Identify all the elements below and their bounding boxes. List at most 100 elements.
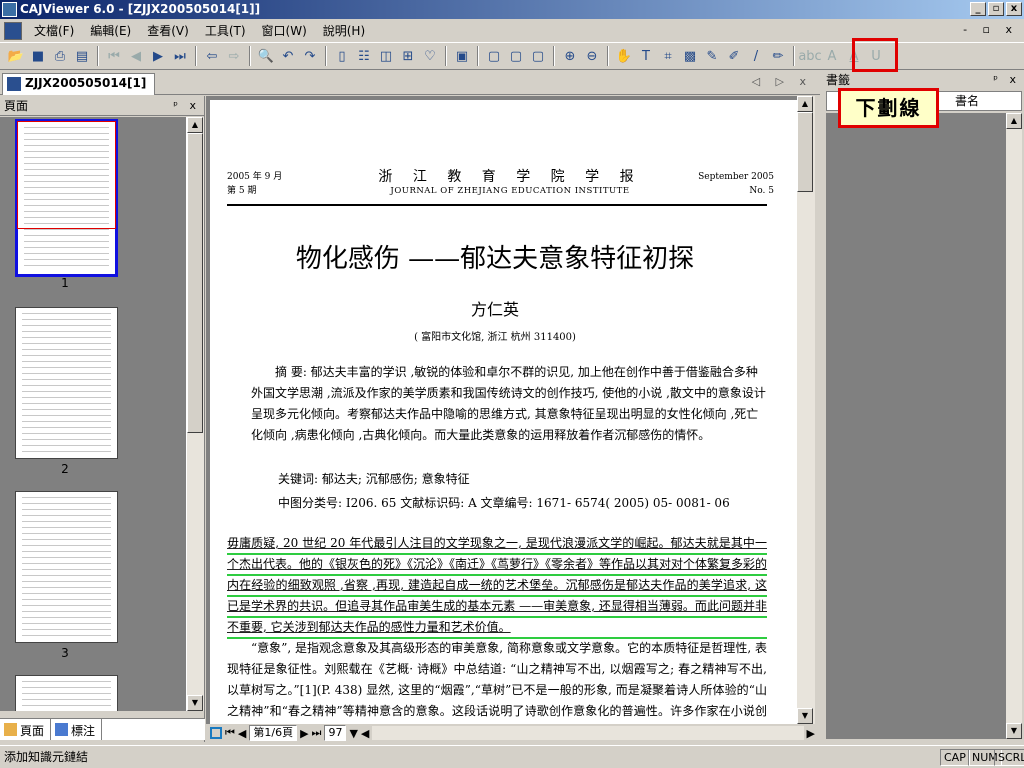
text-select-icon[interactable]: T [636,46,656,66]
document-tab-strip: ZJJX200505014[1] ◁ ▷ x [0,71,820,95]
pages-icon [4,723,17,736]
menu-file[interactable]: 文檔(F) [26,22,82,39]
zoom-in-icon[interactable]: ⊕ [560,46,580,66]
article-title: 物化感伤 ——郁达夫意象特征初探 [295,244,695,274]
page-thumbnail[interactable] [15,675,118,711]
zoom-out-icon[interactable]: ⊖ [582,46,602,66]
text-annotation-icon[interactable]: A [822,46,842,66]
next-page-icon[interactable]: ▶ [300,727,308,740]
snapshot-icon[interactable]: ♡ [420,46,440,66]
print-setup-icon[interactable]: ▤ [72,46,92,66]
last-page-icon[interactable]: ⏭ [312,726,322,740]
zoom-dropdown-icon[interactable]: ▼ [349,727,357,740]
view-mode-icon[interactable] [210,727,222,739]
pen-icon[interactable]: / [746,46,766,66]
app-icon [2,2,17,17]
facing-icon[interactable]: ◫ [376,46,396,66]
back-icon[interactable]: ⇦ [202,46,222,66]
forward-icon[interactable]: ⇨ [224,46,244,66]
bookmark-tree[interactable] [826,113,1006,739]
scroll-left-icon[interactable]: ◀ [361,727,369,740]
panel-pin-close[interactable]: ᵖ x [173,96,200,116]
page-thumbnail[interactable] [15,119,118,277]
tab-navigation[interactable]: ◁ ▷ x [752,75,812,88]
layout-2-icon[interactable]: ▢ [484,46,504,66]
scroll-down-button[interactable]: ▼ [187,695,203,711]
thumbnail-list[interactable]: 1 2 3 [0,117,186,711]
close-button[interactable]: x [1006,2,1022,16]
document-view[interactable]: 2005 年 9 月 第 5 期 浙 江 教 育 学 院 学 报 JOURNAL… [206,96,815,724]
scroll-up-button[interactable]: ▲ [797,96,813,112]
hand-icon[interactable]: ✋ [614,46,634,66]
tab-annotations[interactable]: 標注 [51,719,103,740]
page-thumbnail[interactable] [15,491,118,643]
single-page-icon[interactable]: ▯ [332,46,352,66]
journal-name: 浙 江 教 育 学 院 学 报 JOURNAL OF ZHEJIANG EDUC… [378,169,642,196]
redo-icon[interactable]: ↷ [300,46,320,66]
next-page-icon[interactable]: ▶ [148,46,168,66]
panel-pin-close[interactable]: ᵖ x [993,71,1020,89]
mdi-controls[interactable]: - ▫ x [963,23,1018,36]
ocr-icon[interactable]: ✎ [702,46,722,66]
save-icon[interactable]: ■ [28,46,48,66]
prev-page-icon[interactable]: ◀ [238,727,246,740]
menu-tools[interactable]: 工具(T) [197,22,254,39]
underline-annotation[interactable] [227,637,767,639]
menu-help[interactable]: 說明(H) [315,22,373,39]
layout-3-icon[interactable]: ▢ [506,46,526,66]
print-icon[interactable]: ⎙ [50,46,70,66]
thumbnail-scrollbar[interactable]: ▲ ▼ [186,117,204,711]
menu-view[interactable]: 查看(V) [139,22,197,39]
maximize-button[interactable]: ▫ [988,2,1004,16]
minimize-button[interactable]: _ [970,2,986,16]
first-page-icon[interactable]: ⏮ [225,726,235,740]
pages-panel-title: 頁面 [4,99,29,113]
area-select-icon[interactable]: ⌗ [658,46,678,66]
menu-window[interactable]: 窗口(W) [254,22,315,39]
prev-page-icon[interactable]: ◀ [126,46,146,66]
scroll-down-button[interactable]: ▼ [1006,723,1022,739]
scroll-right-icon[interactable]: ▶ [807,727,815,740]
underlined-passage[interactable]: 毋庸质疑, 20 世纪 20 年代最引人注目的文学现象之一, 是现代浪漫派文学的… [227,536,767,634]
scroll-thumb[interactable] [187,133,203,433]
scroll-thumb[interactable] [797,112,813,192]
continuous-icon[interactable]: ☷ [354,46,374,66]
zoom-field[interactable]: 97 [324,725,347,741]
strikethrough-icon[interactable]: abc [798,46,821,66]
thumbnail-number: 2 [61,462,69,476]
tab-pages[interactable]: 頁面 [0,719,52,740]
open-icon[interactable]: 📂 [6,46,26,66]
thumbnail-number: 3 [61,646,69,660]
document-page[interactable]: 2005 年 9 月 第 5 期 浙 江 教 育 学 院 学 报 JOURNAL… [210,100,804,724]
menu-edit[interactable]: 編輯(E) [82,22,139,39]
page-number-field[interactable]: 第1/6頁 [249,725,298,741]
bookmark-scrollbar[interactable]: ▲ ▼ [1006,113,1022,739]
undo-icon[interactable]: ↶ [278,46,298,66]
underline-annotation[interactable] [227,595,767,597]
document-tab-icon [7,77,21,91]
scroll-up-button[interactable]: ▲ [1006,113,1022,129]
marker-icon[interactable]: ✏ [768,46,788,66]
caps-indicator: CAP [940,749,970,766]
author-affiliation: ( 富阳市文化馆, 浙江 杭州 311400) [414,332,576,343]
document-vscrollbar[interactable]: ▲ ▼ [797,96,815,724]
document-tab[interactable]: ZJJX200505014[1] [2,73,156,95]
layout-4-icon[interactable]: ▢ [528,46,548,66]
horizontal-scroll-track[interactable] [372,726,804,740]
underline-annotation[interactable] [227,553,767,555]
article-author: 方仁英 [470,300,519,319]
first-page-icon[interactable]: ⏮ [104,46,124,66]
underline-annotation[interactable] [227,574,767,576]
page-thumbnail[interactable] [15,307,118,459]
layout-1-icon[interactable]: ▣ [452,46,472,66]
scroll-up-button[interactable]: ▲ [187,117,203,133]
last-page-icon[interactable]: ⏭ [170,46,190,66]
fit-icon[interactable]: ⊞ [398,46,418,66]
underline-annotation[interactable] [227,616,767,618]
title-bar: CAJViewer 6.0 - [ZJJX200505014[1]] _ ▫ x [0,0,1024,19]
document-icon[interactable] [4,21,22,40]
image-select-icon[interactable]: ▩ [680,46,700,66]
scroll-down-button[interactable]: ▼ [797,708,813,724]
search-icon[interactable]: 🔍 [256,46,276,66]
highlight-icon[interactable]: ✐ [724,46,744,66]
